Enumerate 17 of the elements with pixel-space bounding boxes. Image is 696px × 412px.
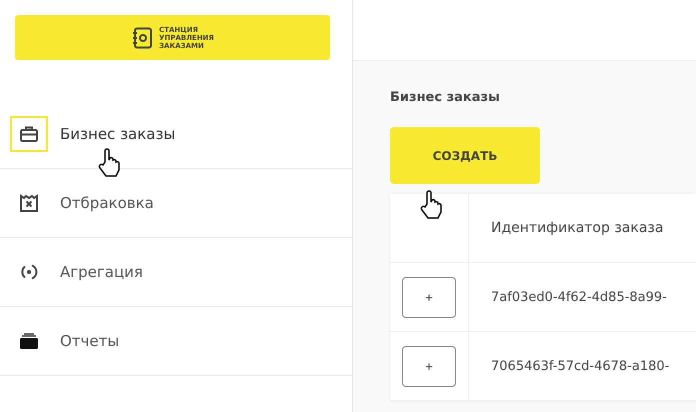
- stack-icon: [19, 333, 39, 349]
- nav-item[interactable]: Отчеты: [60, 332, 120, 350]
- order-id: 7af03ed0-4f62-4d85-8a99-: [491, 290, 667, 304]
- nav-item[interactable]: Отбраковка: [60, 194, 154, 212]
- page-title: Бизнес заказы: [390, 90, 501, 105]
- briefcase-icon: [20, 126, 38, 142]
- hand-cursor-icon: [98, 148, 122, 178]
- create-button[interactable]: СОЗДАТЬ: [390, 127, 540, 184]
- target-icon: [20, 263, 38, 281]
- expand-button[interactable]: +: [402, 346, 456, 386]
- expand-button[interactable]: +: [402, 276, 456, 318]
- column-header: Идентификатор заказа: [491, 220, 664, 236]
- crossed-box-icon: [20, 194, 38, 212]
- order-id: 7065463f-57cd-4678-a180-: [491, 358, 670, 374]
- nav-item[interactable]: Агрегация: [60, 263, 143, 281]
- notebook-gear-icon: [131, 26, 154, 48]
- nav-item[interactable]: Бизнес заказы: [60, 125, 176, 143]
